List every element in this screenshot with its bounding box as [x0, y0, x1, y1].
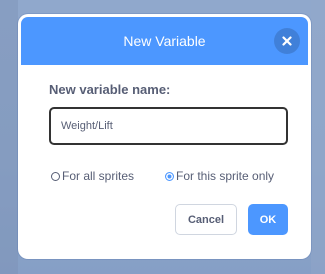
radio-for-all-sprites[interactable]: For all sprites — [51, 167, 134, 185]
dialog-title: New Variable — [123, 33, 206, 49]
backdrop-shade-right — [311, 0, 325, 274]
dialog-header: New Variable — [21, 17, 308, 65]
ok-button[interactable]: OK — [248, 204, 288, 235]
radio-for-all-sprites-label: For all sprites — [62, 169, 135, 183]
new-variable-dialog: New Variable New variable name: For all … — [18, 14, 311, 259]
cancel-button[interactable]: Cancel — [175, 204, 237, 235]
radio-for-this-sprite-only-label: For this sprite only — [176, 169, 275, 183]
radio-checked-icon[interactable] — [165, 172, 174, 181]
radio-for-this-sprite-only[interactable]: For this sprite only — [165, 167, 274, 185]
radio-unchecked-icon[interactable] — [51, 172, 60, 181]
scope-radio-group: For all sprites For this sprite only — [21, 167, 308, 185]
backdrop-shade-left — [0, 0, 18, 274]
variable-name-label: New variable name: — [49, 82, 171, 97]
variable-name-input[interactable] — [49, 107, 288, 145]
close-icon — [282, 36, 292, 46]
close-button[interactable] — [274, 28, 300, 54]
